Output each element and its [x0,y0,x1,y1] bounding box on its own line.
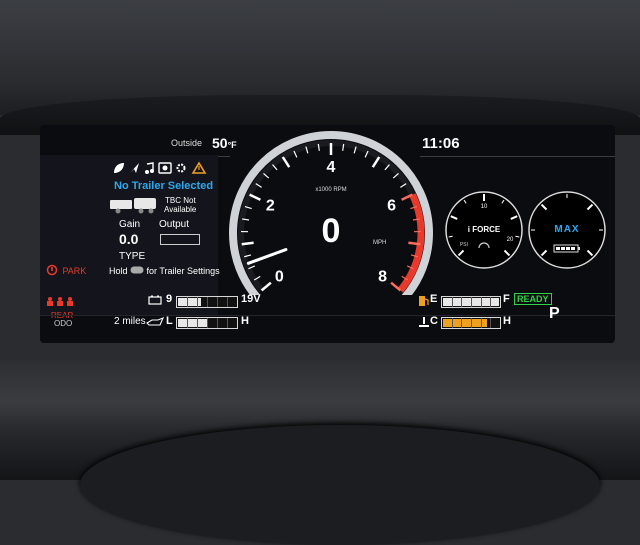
battery-min-label: 9 [166,293,172,305]
boost-gauge: 10 20 i FORCE PSI [444,190,524,270]
boost-tick-10: 10 [481,204,488,210]
navigation-icon [130,163,139,173]
trip-distance: 2 miles [114,316,146,327]
tachometer: 0 2 4 6 8 0 MPH x1000 RPM [223,125,443,295]
menu-icon-row [112,161,207,173]
tach-tick [262,283,271,291]
output-label: Output [159,219,189,230]
bar-segment [187,318,188,328]
tach-tick [408,243,420,245]
menu-icons [112,161,207,175]
header-divider-right [420,156,615,157]
bar-segment [490,318,491,328]
parking-brake-indicator: PARK [46,263,86,281]
bar-segment [471,318,472,328]
tbc-status-line2: Available [164,205,196,214]
fuel-empty-label: E [430,293,437,305]
rear-seatbelt-icon [45,296,75,306]
boost-unit: PSI [460,242,468,248]
bar-segment [227,297,228,307]
odometer-label: ODO [54,319,72,328]
coolant-temp-bar [441,317,501,329]
oil-pressure-fill [178,319,207,327]
bar-segment [481,318,482,328]
ready-indicator: READY [514,293,552,305]
fuel-pump-icon [418,295,430,307]
tach-tick-label: 0 [275,269,284,286]
trailer-panel: No Trailer Selected TBC Not Available Ga… [40,155,218,315]
hold-hint: Hold for Trailer Settings [109,266,220,276]
bar-segment [452,318,453,328]
speed-unit: MPH [373,240,386,246]
outside-label: Outside [171,138,202,148]
speed-value: 0 [322,212,341,250]
instrument-cluster-screen: Outside 50°F 11:06 No Trailer Selected [40,125,615,343]
gain-label: Gain [119,219,140,230]
bar-segment [490,297,491,307]
ok-button-icon [130,266,144,274]
output-meter [160,234,200,245]
oil-pressure-bar [176,317,238,329]
bar-segment [187,297,188,307]
power-mode-gauge: MAX [527,190,607,270]
battery-voltage-bar [176,296,238,308]
bar-segment [481,297,482,307]
gain-value: 0.0 [119,231,138,247]
bar-segment [197,297,198,307]
fuel-full-label: F [503,293,510,305]
max-mode-label: MAX [554,224,579,235]
bar-segment [217,297,218,307]
bar-segment [227,318,228,328]
boost-tick-20: 20 [507,237,514,243]
bar-segment [207,297,208,307]
iforce-logo: i FORCE [468,225,501,234]
type-label: TYPE [119,251,145,262]
bar-segment [197,318,198,328]
tach-tick-label: 2 [266,197,275,214]
oil-high-label: H [241,315,249,327]
rpm-unit-label: x1000 RPM [315,187,346,193]
battery-max-label: 19V [241,293,261,305]
tach-tick-label: 6 [387,197,396,214]
tach-needle [248,250,286,264]
tach-tick [242,243,254,245]
tach-tick-label: 8 [378,269,387,286]
gear-position: P [549,305,560,323]
bar-segment [452,297,453,307]
settings-gear-icon [178,165,185,172]
tach-tick [373,157,379,167]
bar-segment [217,318,218,328]
oil-low-label: L [166,315,173,327]
bar-segment [471,297,472,307]
tbc-status-line1: TBC Not [165,196,196,205]
coolant-temp-icon [418,316,430,328]
tach-tick-label: 4 [327,159,336,176]
truck-trailer-icon [108,196,160,214]
oil-pressure-icon [146,317,164,327]
park-warning-icon [46,264,58,276]
tach-tick [283,157,289,167]
temp-cold-label: C [430,315,438,327]
battery-icon [148,295,162,305]
eco-leaf-icon [114,163,124,173]
temp-hot-label: H [503,315,511,327]
bar-segment [207,318,208,328]
fuel-level-bar [441,296,501,308]
steering-wheel [80,425,600,545]
trailer-status: No Trailer Selected [114,180,213,192]
bar-segment [461,297,462,307]
bar-segment [461,318,462,328]
